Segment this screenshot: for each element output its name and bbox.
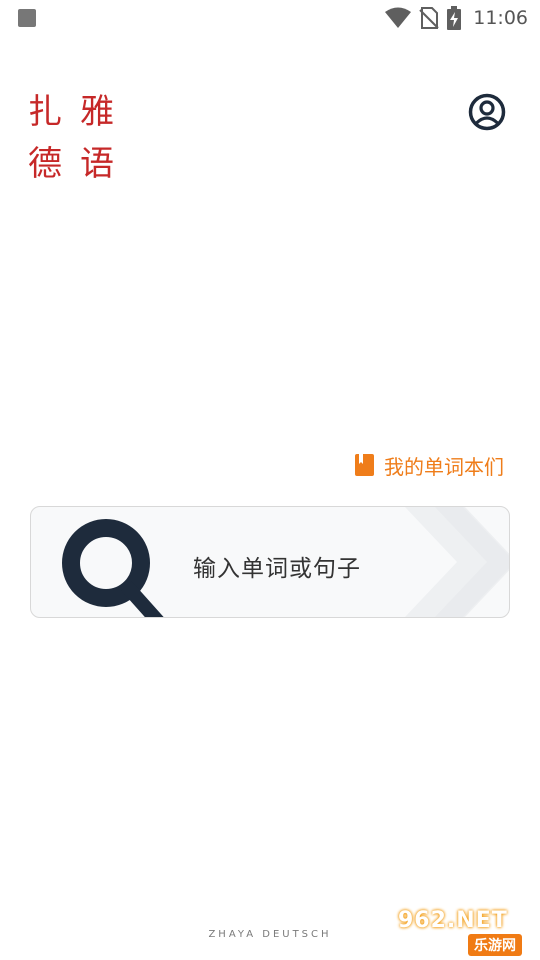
- no-sim-icon: [419, 7, 439, 29]
- notification-square-icon: [18, 9, 36, 27]
- status-icons: 11:06: [385, 5, 528, 31]
- profile-button[interactable]: [468, 93, 506, 131]
- app-logo-title: 扎雅 德语: [28, 86, 138, 190]
- wifi-icon: [385, 7, 412, 28]
- brand-line-2: 德语: [28, 144, 132, 184]
- watermark-top: 962.NET: [398, 908, 508, 933]
- chevron-decoration: [405, 507, 509, 617]
- search-input[interactable]: 输入单词或句子: [193, 549, 361, 583]
- search-box[interactable]: 输入单词或句子: [30, 506, 510, 618]
- status-bar: 11:06: [0, 0, 540, 36]
- battery-charging-icon: [447, 6, 462, 30]
- book-icon: [355, 454, 374, 476]
- brand-line-1: 扎雅: [28, 92, 132, 132]
- my-notebooks-link[interactable]: 我的单词本们: [355, 451, 504, 479]
- status-time: 11:06: [473, 7, 528, 29]
- watermark-bottom: 乐游网: [468, 934, 522, 956]
- user-circle-icon: [468, 93, 506, 131]
- magnifier-icon: [62, 519, 164, 617]
- watermark-logo: 962.NET 乐游网: [398, 908, 534, 956]
- my-notebooks-label: 我的单词本们: [384, 454, 504, 479]
